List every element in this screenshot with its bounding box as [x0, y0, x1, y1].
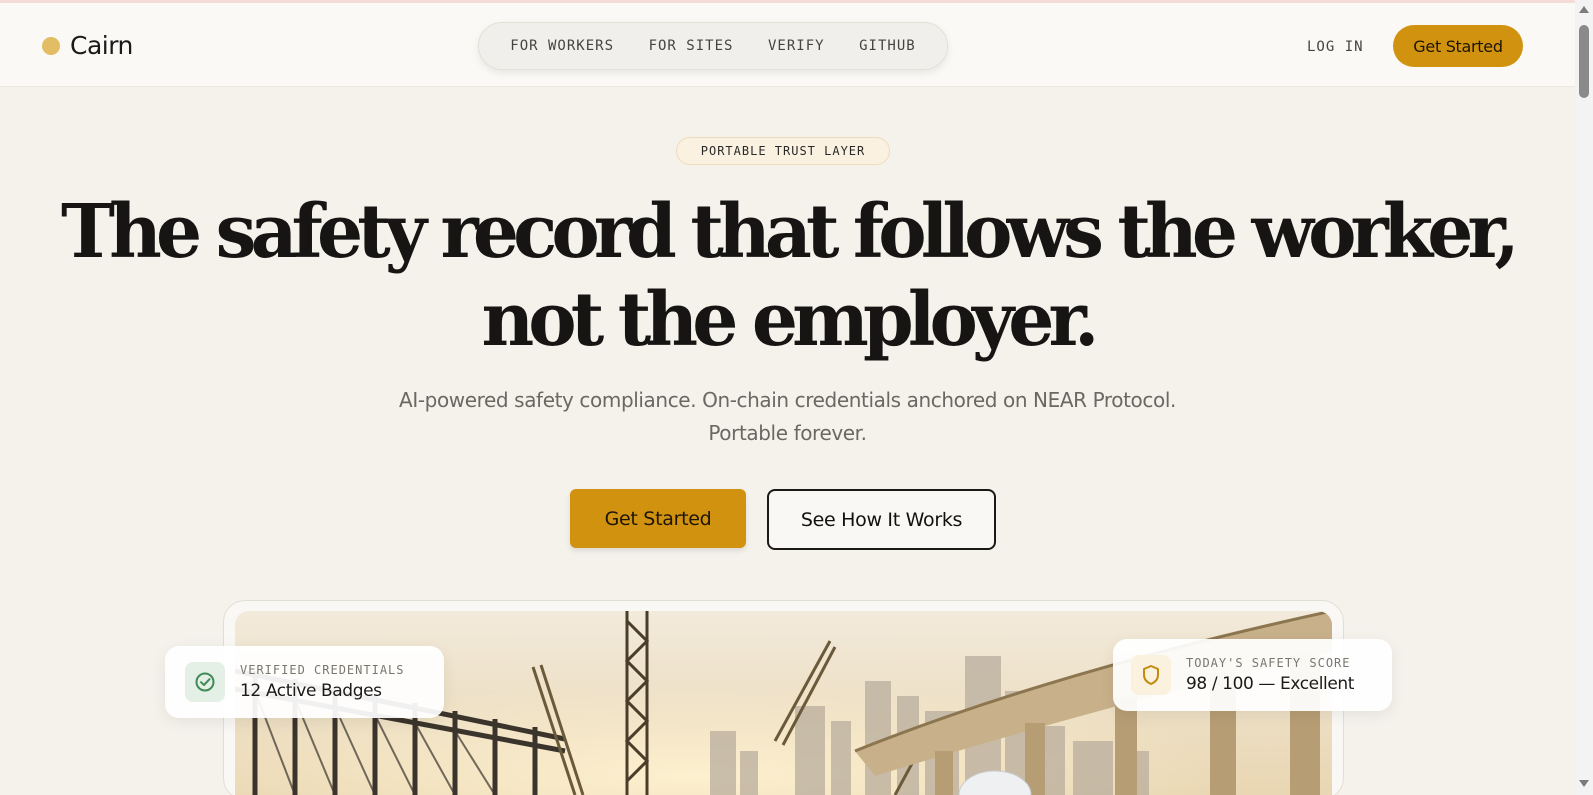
credentials-value: 12 Active Badges: [240, 681, 382, 701]
eyebrow-badge: PORTABLE TRUST LAYER: [676, 137, 890, 165]
brand-logo[interactable]: Cairn: [42, 31, 133, 60]
verified-credentials-card: VERIFIED CREDENTIALS 12 Active Badges: [165, 646, 444, 718]
brand-dot-icon: [42, 36, 60, 55]
vertical-scrollbar[interactable]: [1575, 0, 1593, 795]
brand-name: Cairn: [70, 31, 133, 60]
headline-line-1: The safety record that follows the worke…: [61, 189, 1520, 275]
hero-subtitle: AI-powered safety compliance. On-chain c…: [0, 384, 1575, 450]
see-how-it-works-button[interactable]: See How It Works: [767, 489, 996, 550]
safety-score-label: TODAY'S SAFETY SCORE: [1186, 656, 1351, 670]
get-started-button[interactable]: Get Started: [570, 489, 746, 548]
login-link[interactable]: LOG IN: [1307, 39, 1364, 55]
credentials-label: VERIFIED CREDENTIALS: [240, 663, 405, 677]
shield-icon: [1131, 655, 1171, 695]
main-nav: FOR WORKERS FOR SITES VERIFY GITHUB: [478, 22, 948, 70]
scroll-down-arrow-icon[interactable]: [1579, 780, 1589, 787]
nav-verify[interactable]: VERIFY: [768, 38, 825, 54]
scroll-up-arrow-icon[interactable]: [1579, 6, 1589, 13]
subtitle-line-1: AI-powered safety compliance. On-chain c…: [399, 388, 1176, 412]
scroll-thumb[interactable]: [1579, 25, 1589, 98]
nav-github[interactable]: GITHUB: [859, 38, 916, 54]
header-get-started-button[interactable]: Get Started: [1393, 25, 1523, 67]
check-circle-icon: [185, 662, 225, 702]
nav-for-sites[interactable]: FOR SITES: [649, 38, 734, 54]
nav-for-workers[interactable]: FOR WORKERS: [510, 38, 614, 54]
subtitle-line-2: Portable forever.: [708, 421, 867, 445]
safety-score-card: TODAY'S SAFETY SCORE 98 / 100 — Excellen…: [1113, 639, 1392, 711]
headline-line-2: not the employer.: [481, 277, 1099, 363]
safety-score-value: 98 / 100 — Excellent: [1186, 674, 1355, 694]
hero-headline: The safety record that follows the worke…: [16, 188, 1560, 364]
site-header: Cairn FOR WORKERS FOR SITES VERIFY GITHU…: [0, 3, 1575, 87]
